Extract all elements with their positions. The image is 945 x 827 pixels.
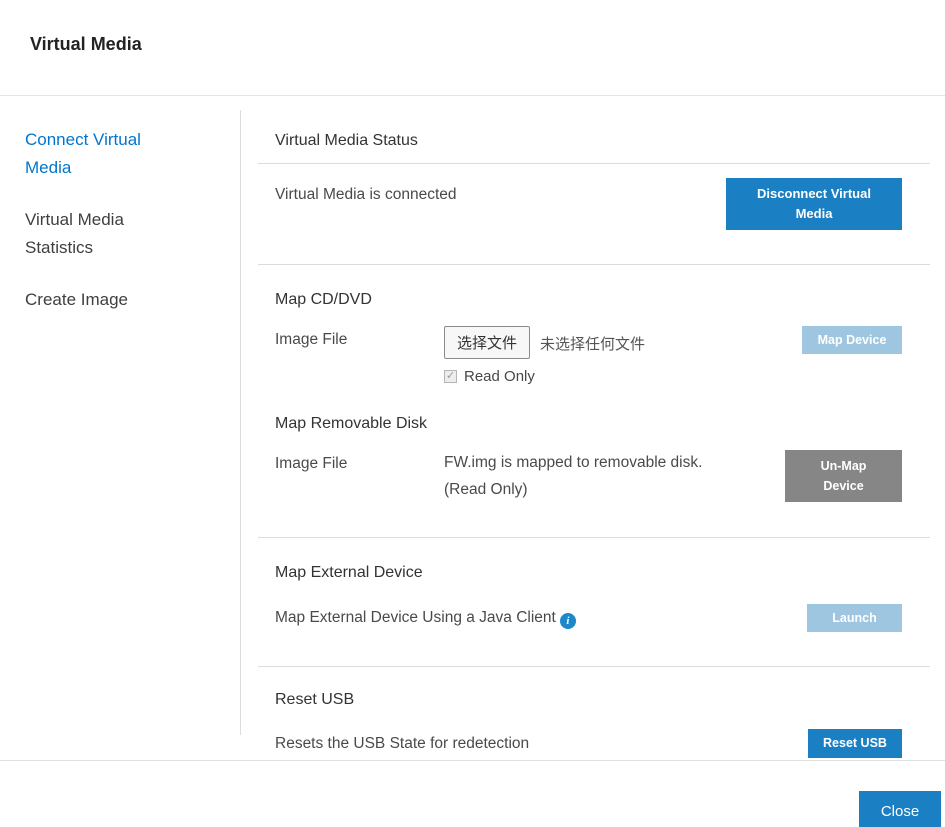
- image-file-label: Image File: [275, 450, 444, 473]
- sidebar-item-connect-virtual-media[interactable]: Connect Virtual Media: [25, 126, 183, 181]
- sidebar-nav: Connect Virtual Media Virtual Media Stat…: [0, 96, 240, 760]
- close-button[interactable]: Close: [859, 791, 941, 827]
- divider: [258, 537, 930, 538]
- map-external-text: Map External Device Using a Java Clienti: [275, 607, 576, 630]
- map-removable-row: Image File FW.img is mapped to removable…: [275, 450, 930, 503]
- read-only-checkbox[interactable]: ✓: [444, 370, 457, 383]
- mapped-file-line: FW.img is mapped to removable disk.: [444, 450, 702, 476]
- no-file-selected-text: 未选择任何文件: [540, 331, 645, 354]
- info-icon[interactable]: i: [560, 613, 576, 629]
- launch-button[interactable]: Launch: [807, 604, 902, 632]
- read-only-note: (Read Only): [444, 477, 702, 503]
- mapped-file-text: FW.img is mapped to removable disk. (Rea…: [444, 450, 702, 503]
- reset-usb-text: Resets the USB State for redetection: [275, 733, 529, 755]
- reset-usb-row: Resets the USB State for redetection Res…: [275, 729, 930, 758]
- map-external-label: Map External Device Using a Java Client: [275, 609, 556, 626]
- map-cd-row: Image File 选择文件 未选择任何文件 Map Device: [275, 326, 930, 359]
- map-external-row: Map External Device Using a Java Clienti…: [275, 604, 930, 632]
- map-cd-section-heading: Map CD/DVD: [275, 291, 930, 309]
- divider: [258, 666, 930, 667]
- map-removable-section-heading: Map Removable Disk: [275, 415, 930, 433]
- status-message: Virtual Media is connected: [275, 178, 457, 206]
- unmap-device-button[interactable]: Un-Map Device: [785, 450, 902, 502]
- read-only-row: ✓ Read Only: [444, 368, 930, 385]
- choose-file-button[interactable]: 选择文件: [444, 326, 530, 359]
- dialog-content: Connect Virtual Media Virtual Media Stat…: [0, 96, 945, 760]
- divider: [258, 163, 930, 164]
- divider: [258, 264, 930, 265]
- dialog-header: Virtual Media: [0, 0, 945, 96]
- map-device-button[interactable]: Map Device: [802, 326, 902, 354]
- status-row: Virtual Media is connected Disconnect Vi…: [275, 178, 930, 230]
- file-input-widget: 选择文件 未选择任何文件: [444, 326, 645, 359]
- sidebar-item-create-image[interactable]: Create Image: [25, 286, 183, 314]
- map-external-section-heading: Map External Device: [275, 564, 930, 582]
- status-section-heading: Virtual Media Status: [275, 132, 930, 150]
- reset-usb-section-heading: Reset USB: [275, 691, 930, 709]
- dialog-title: Virtual Media: [30, 34, 142, 54]
- sidebar-item-virtual-media-statistics[interactable]: Virtual Media Statistics: [25, 206, 183, 261]
- read-only-label: Read Only: [464, 368, 535, 385]
- disconnect-virtual-media-button[interactable]: Disconnect Virtual Media: [726, 178, 902, 230]
- image-file-label: Image File: [275, 326, 444, 349]
- reset-usb-button[interactable]: Reset USB: [808, 729, 902, 758]
- main-panel: Virtual Media Status Virtual Media is co…: [240, 110, 945, 735]
- dialog-footer: Close: [0, 760, 945, 816]
